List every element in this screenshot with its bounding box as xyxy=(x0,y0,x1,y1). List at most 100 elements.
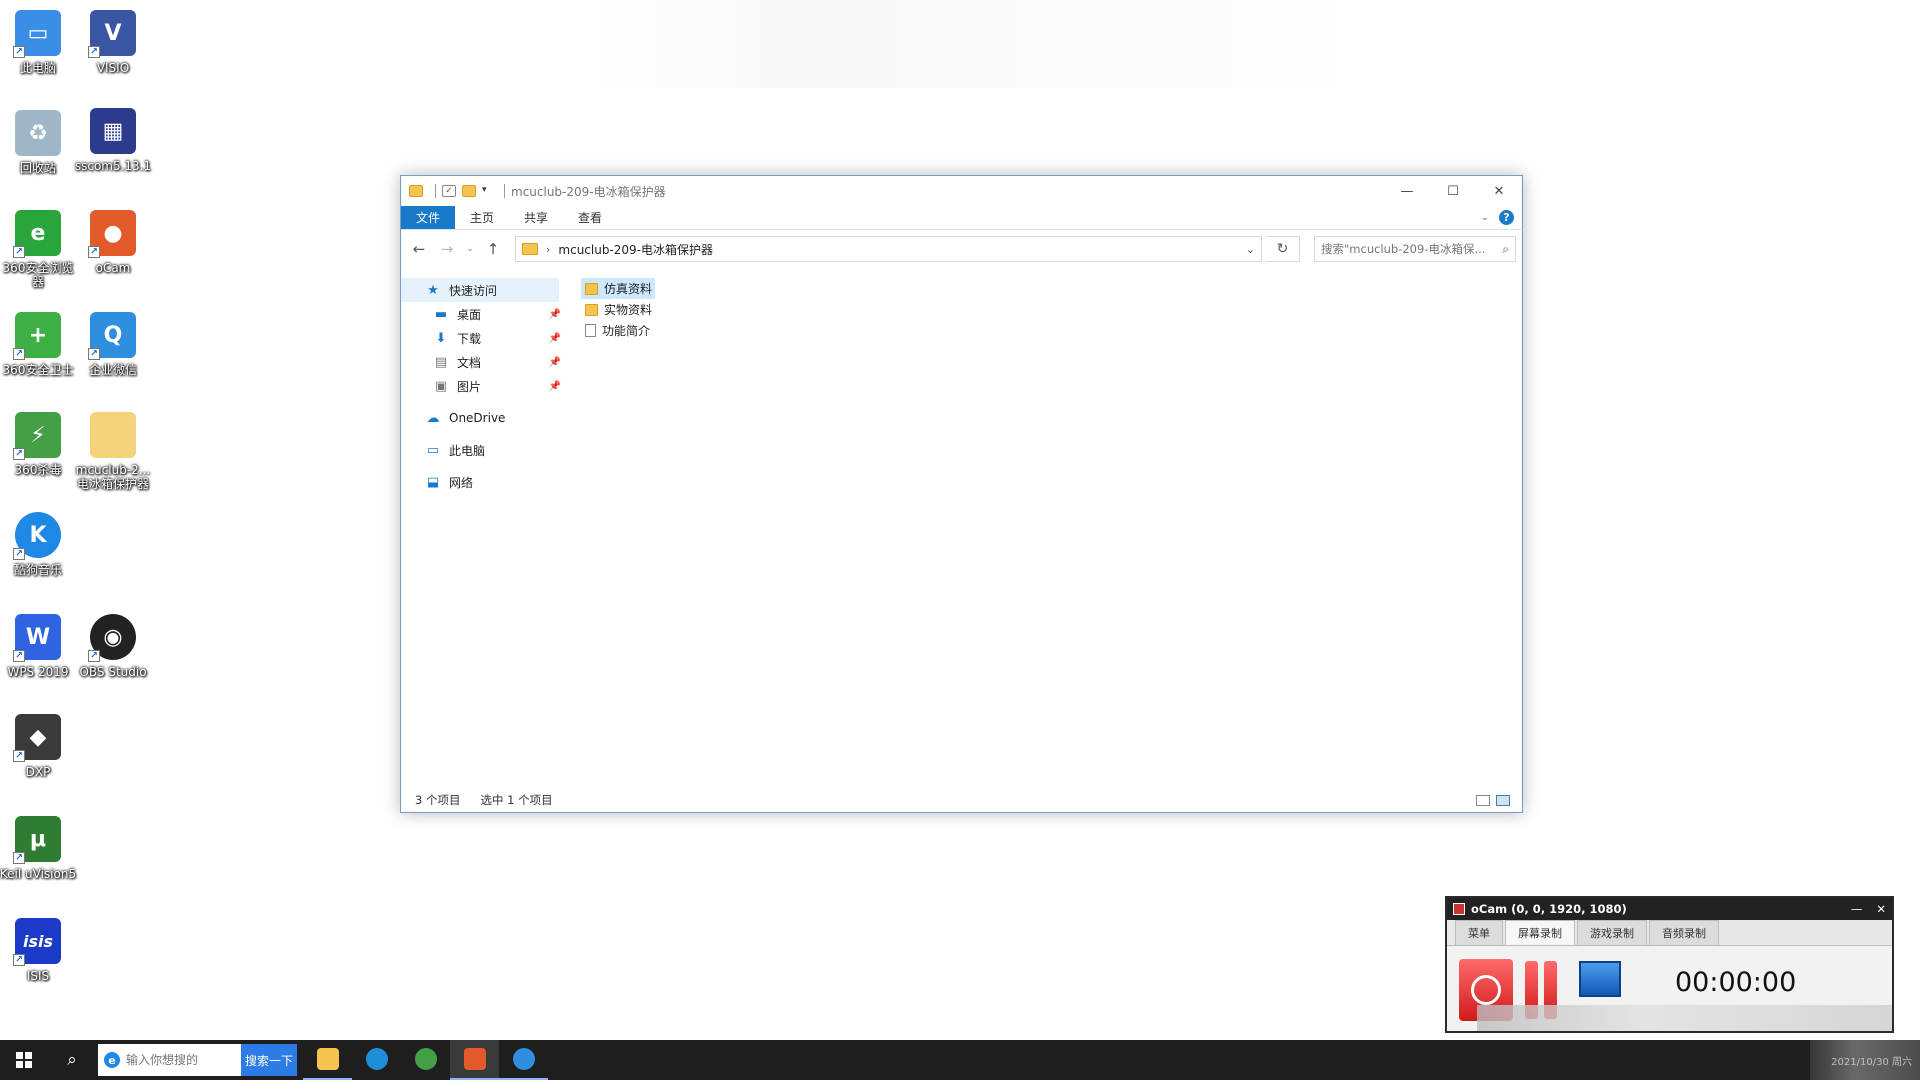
stop-button[interactable] xyxy=(1579,960,1621,997)
navigation-bar: ← → ⌄ ↑ › mcuclub-209-电冰箱保护器 ⌄ ↻ ⌕ xyxy=(401,230,1522,268)
desktop-icon-mcuclub-folder[interactable]: mcuclub-2...电冰箱保护器 xyxy=(72,412,154,491)
file-item[interactable]: 功能简介 xyxy=(581,320,655,341)
search-box[interactable]: ⌕ xyxy=(1314,236,1516,262)
tab-home[interactable]: 主页 xyxy=(455,206,509,229)
visio-icon: V ↗ xyxy=(88,10,136,58)
desktop-icon-obs[interactable]: ◉ ↗ OBS Studio xyxy=(72,614,154,679)
chevron-down-icon[interactable]: ⌄ xyxy=(1246,243,1255,256)
address-bar[interactable]: › mcuclub-209-电冰箱保护器 ⌄ xyxy=(515,236,1262,262)
quick-access-dropdown-icon[interactable]: ▾ xyxy=(482,185,492,197)
tab-view[interactable]: 查看 xyxy=(563,206,617,229)
tab-share[interactable]: 共享 xyxy=(509,206,563,229)
new-folder-icon[interactable] xyxy=(462,185,476,197)
desktop-icon-label: DXP xyxy=(25,765,51,779)
desktop-icon-isis[interactable]: isis ↗ ISIS xyxy=(0,918,79,983)
desktop-icon-wps[interactable]: W ↗ WPS 2019 xyxy=(0,614,79,679)
desktop-icon-ocam[interactable]: ● ↗ oCam xyxy=(72,210,154,275)
desktop-icon-this-pc[interactable]: ▭ ↗ 此电脑 xyxy=(0,10,79,75)
desktop-icon-kugou[interactable]: K ↗ 酷狗音乐 xyxy=(0,512,79,577)
keil-icon: μ ↗ xyxy=(13,816,61,864)
breadcrumb[interactable]: mcuclub-209-电冰箱保护器 xyxy=(558,241,713,258)
desktop-icon-visio[interactable]: V ↗ VISIO xyxy=(72,10,154,75)
wecom-icon xyxy=(512,1048,535,1070)
up-button[interactable]: ↑ xyxy=(481,237,505,261)
tab-menu[interactable]: 菜单 xyxy=(1455,920,1503,945)
tab-file[interactable]: 文件 xyxy=(401,206,456,229)
back-button[interactable]: ← xyxy=(407,237,431,261)
divider xyxy=(435,184,436,198)
desktop-icon-label: WPS 2019 xyxy=(7,665,69,679)
recent-locations-icon[interactable]: ⌄ xyxy=(463,237,477,261)
properties-icon[interactable]: ✓ xyxy=(442,185,456,197)
close-button[interactable]: ✕ xyxy=(1876,902,1886,916)
desktop-icon-recycle-bin[interactable]: ♻ 回收站 xyxy=(0,110,79,175)
help-icon[interactable]: ? xyxy=(1499,210,1514,225)
ocam-window-controls: — ✕ xyxy=(1851,902,1892,916)
system-tray[interactable]: 2021/10/30 周六 xyxy=(1810,1040,1920,1080)
maximize-button[interactable]: ☐ xyxy=(1430,176,1476,206)
details-view-icon[interactable] xyxy=(1476,794,1490,806)
taskbar-app-ocam[interactable] xyxy=(450,1040,499,1080)
desktop-icon-dxp[interactable]: ◆ ↗ DXP xyxy=(0,714,79,779)
tab-audio-recording[interactable]: 音频录制 xyxy=(1649,920,1719,945)
taskbar-search-button[interactable]: 搜索一下 xyxy=(241,1044,297,1076)
refresh-button[interactable]: ↻ xyxy=(1266,236,1300,262)
desktop-icon-label: 此电脑 xyxy=(19,61,56,75)
title-bar[interactable]: ✓ ▾ mcuclub-209-电冰箱保护器 — ☐ ✕ xyxy=(401,176,1522,206)
ocam-tabs: 菜单 屏幕录制 游戏录制 音频录制 xyxy=(1447,920,1892,946)
desktop-icon-label: ISIS xyxy=(26,969,50,983)
tab-screen-recording[interactable]: 屏幕录制 xyxy=(1505,920,1575,945)
desktop-icon-360-browser[interactable]: e ↗ 360安全浏览器 xyxy=(0,210,79,289)
minimize-button[interactable]: — xyxy=(1851,902,1863,916)
divider xyxy=(504,184,505,198)
ocam-icon: ● ↗ xyxy=(88,210,136,258)
360-browser-icon: e ↗ xyxy=(13,210,61,258)
sscom-icon: ▦ xyxy=(90,108,136,154)
taskbar-app-360-browser[interactable] xyxy=(401,1040,450,1080)
file-item[interactable]: 实物资料 xyxy=(581,299,655,320)
taskbar-app-file-explorer[interactable] xyxy=(303,1040,352,1080)
forward-button[interactable]: → xyxy=(435,237,459,261)
ribbon-tabs: 文件 主页 共享 查看 ⌄ ? xyxy=(401,206,1522,230)
taskbar-app-wecom[interactable] xyxy=(499,1040,548,1080)
isis-icon: isis ↗ xyxy=(13,918,61,966)
desktop-icon-label: 酷狗音乐 xyxy=(13,563,62,577)
taskbar: ⌕ e 搜索一下 2021/10/30 周六 xyxy=(0,1040,1920,1080)
file-item[interactable]: 仿真资料 xyxy=(581,278,655,299)
obs-icon: ◉ ↗ xyxy=(88,614,136,662)
folder-icon xyxy=(409,185,423,197)
expand-ribbon-icon[interactable]: ⌄ xyxy=(1481,212,1489,223)
desktop-icon-label: 企业微信 xyxy=(88,363,137,377)
chevron-right-icon[interactable]: › xyxy=(546,243,550,256)
blurred-area xyxy=(1477,1005,1892,1031)
computer-icon: ▭ ↗ xyxy=(13,10,61,58)
folder-icon xyxy=(585,303,598,316)
desktop-icon-360-security[interactable]: + ↗ 360安全卫士 xyxy=(0,312,79,377)
minimize-button[interactable]: — xyxy=(1384,176,1430,206)
taskbar-app-edge[interactable] xyxy=(352,1040,401,1080)
desktop-icon-label: 360安全卫士 xyxy=(2,363,74,377)
explorer-body: ★ 快速访问 ▬ 桌面 📌 ⬇ 下载 📌 ▤ 文档 📌 ▣ 图片 📌 ☁ One… xyxy=(401,268,1522,774)
ocam-title-bar[interactable]: oCam (0, 0, 1920, 1080) — ✕ xyxy=(1447,898,1892,920)
close-button[interactable]: ✕ xyxy=(1476,176,1522,206)
desktop-icon-keil[interactable]: μ ↗ Keil uVision5 xyxy=(0,816,79,881)
desktop-icon-wecom[interactable]: Q ↗ 企业微信 xyxy=(72,312,154,377)
document-icon xyxy=(585,324,596,337)
ocam-window: oCam (0, 0, 1920, 1080) — ✕ 菜单 屏幕录制 游戏录制… xyxy=(1445,896,1894,1033)
search-icon[interactable]: ⌕ xyxy=(48,1040,96,1080)
tab-game-recording[interactable]: 游戏录制 xyxy=(1577,920,1647,945)
start-button[interactable] xyxy=(0,1040,48,1080)
desktop-icon-label: 回收站 xyxy=(19,161,56,175)
360-antivirus-icon: ⚡ ↗ xyxy=(13,412,61,460)
taskbar-search-box[interactable]: e xyxy=(98,1044,241,1076)
desktop-icon-360-antivirus[interactable]: ⚡ ↗ 360杀毒 xyxy=(0,412,79,477)
search-input[interactable] xyxy=(1321,242,1491,256)
search-icon[interactable]: ⌕ xyxy=(1502,242,1509,257)
desktop-icon-label: Keil uVision5 xyxy=(0,867,77,881)
large-icons-view-icon[interactable] xyxy=(1496,794,1510,806)
taskbar-search-input[interactable] xyxy=(126,1053,236,1067)
kugou-icon: K ↗ xyxy=(13,512,61,560)
ie-icon: e xyxy=(104,1052,120,1068)
desktop-icon-label: sscom5.13.1 xyxy=(74,159,152,173)
desktop-icon-sscom[interactable]: ▦ sscom5.13.1 xyxy=(72,108,154,173)
